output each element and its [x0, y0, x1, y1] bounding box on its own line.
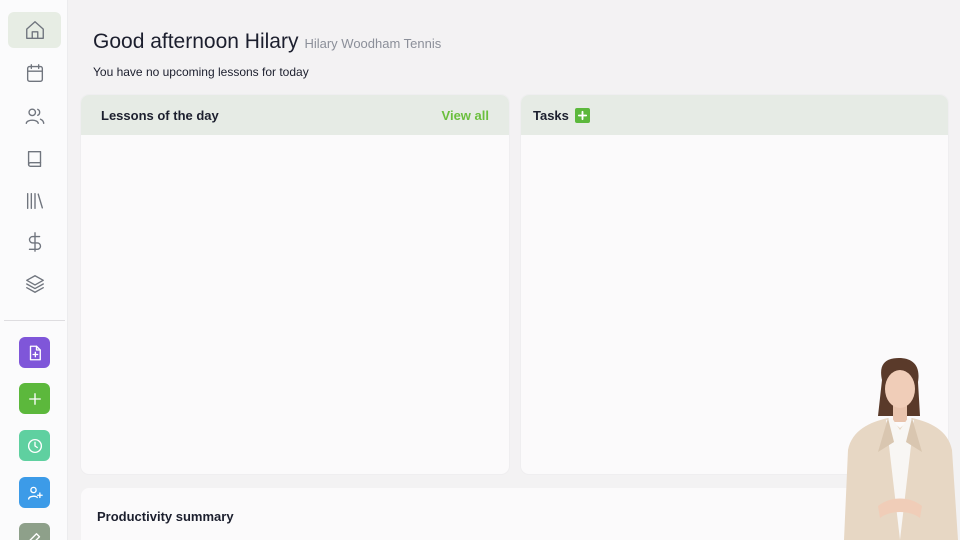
- presenter-video-overlay: [844, 358, 958, 540]
- lessons-status: You have no upcoming lessons for today: [93, 65, 309, 79]
- edit-icon: [28, 532, 40, 540]
- dollar-icon: [28, 232, 41, 252]
- layers-icon: [25, 275, 44, 293]
- edit-button[interactable]: [19, 523, 50, 540]
- plus-icon: [28, 392, 41, 405]
- book-icon: [27, 150, 41, 168]
- nav-billing[interactable]: [8, 224, 61, 260]
- view-all-link[interactable]: View all: [442, 108, 489, 123]
- sidebar: [0, 0, 68, 540]
- page-header: Good afternoon Hilary Hilary Woodham Ten…: [93, 30, 441, 54]
- productivity-summary-card: Productivity summary: [81, 488, 947, 540]
- tasks-card-title: Tasks: [533, 107, 569, 123]
- nav-calendar[interactable]: [8, 55, 61, 91]
- tasks-card-header: Tasks: [521, 95, 948, 135]
- add-user-button[interactable]: [19, 477, 50, 508]
- productivity-summary-title: Productivity summary: [97, 509, 234, 524]
- add-button[interactable]: [19, 383, 50, 414]
- lessons-card: Lessons of the day View all: [81, 95, 509, 474]
- plus-icon: [577, 110, 587, 120]
- time-button[interactable]: [19, 430, 50, 461]
- clock-icon: [27, 438, 42, 453]
- add-task-button[interactable]: [574, 107, 590, 123]
- school-name: Hilary Woodham Tennis: [304, 36, 442, 51]
- greeting-title: Good afternoon Hilary: [93, 30, 299, 53]
- new-document-button[interactable]: [19, 337, 50, 368]
- nav-students[interactable]: [8, 98, 61, 134]
- nav-packages[interactable]: [8, 266, 61, 302]
- lessons-card-title: Lessons of the day: [101, 107, 219, 123]
- calendar-icon: [26, 64, 43, 82]
- nav-book[interactable]: [8, 141, 61, 177]
- users-icon: [25, 108, 44, 125]
- sidebar-divider: [4, 320, 65, 321]
- add-user-icon: [27, 486, 43, 500]
- nav-home[interactable]: [8, 12, 61, 48]
- nav-library[interactable]: [8, 183, 61, 219]
- library-icon: [26, 192, 43, 210]
- lessons-card-header: Lessons of the day View all: [81, 95, 509, 135]
- home-icon: [25, 21, 44, 39]
- new-document-icon: [29, 345, 41, 360]
